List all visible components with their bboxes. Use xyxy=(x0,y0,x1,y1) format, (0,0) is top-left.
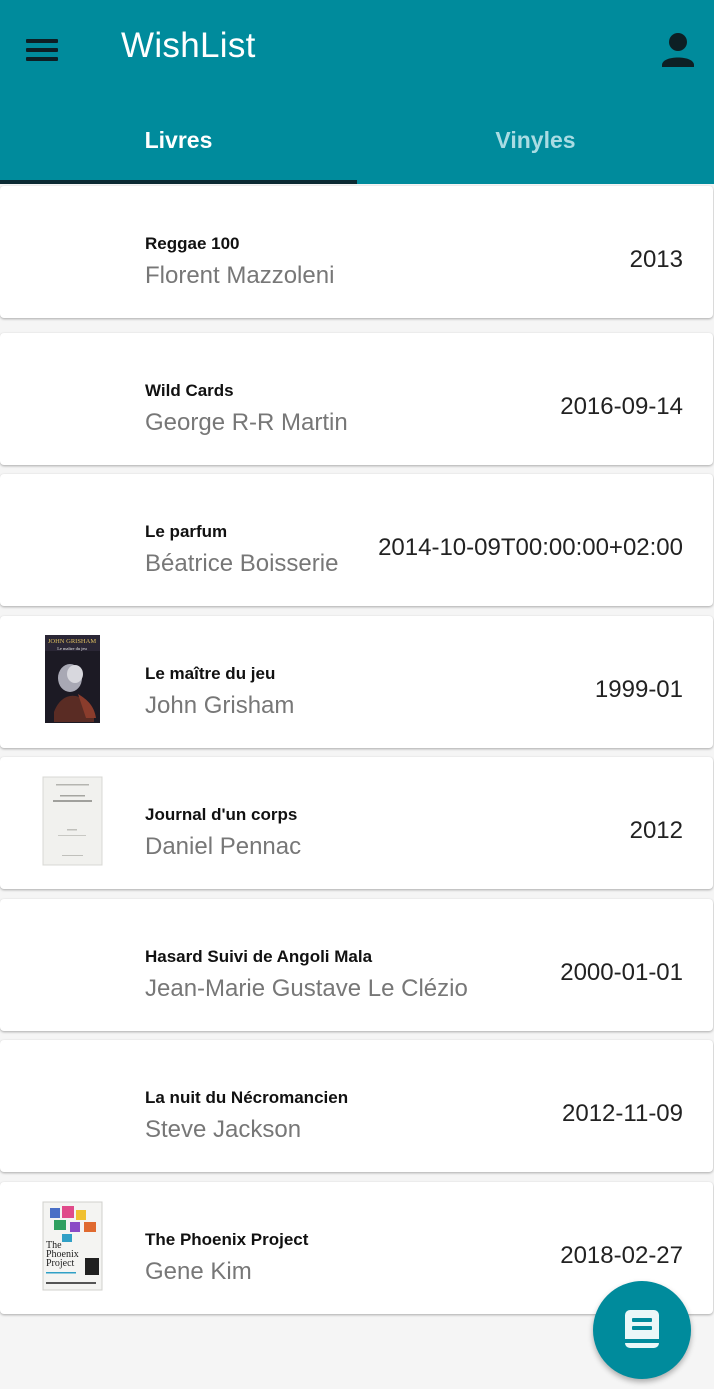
person-icon[interactable] xyxy=(656,28,700,72)
book-title: The Phoenix Project xyxy=(145,1230,309,1249)
cover-title-text: Project xyxy=(46,1258,75,1269)
book-author: Florent Mazzoleni xyxy=(145,262,335,289)
book-title: Journal d'un corps xyxy=(145,805,298,824)
book-title: Le parfum xyxy=(145,522,228,541)
book-author: Gene Kim xyxy=(145,1258,252,1285)
list-item[interactable]: Hasard Suivi de Angoli Mala Jean-Marie G… xyxy=(0,899,713,1031)
tab-indicator xyxy=(0,180,357,184)
app-bar: WishList Livres Vinyles xyxy=(0,0,714,184)
cover-title-text: Le maître du jeu xyxy=(57,646,87,651)
list-item[interactable]: Le parfum Béatrice Boisserie 2014-10-09T… xyxy=(0,474,713,606)
hamburger-menu-icon[interactable] xyxy=(22,30,62,70)
app-title: WishList xyxy=(121,26,256,65)
tab-vinyles[interactable]: Vinyles xyxy=(357,100,714,184)
book-cover-image xyxy=(40,775,105,867)
list-item[interactable]: Wild Cards George R-R Martin 2016-09-14 xyxy=(0,333,713,465)
book-author: Béatrice Boisserie xyxy=(145,550,339,577)
book-title: Hasard Suivi de Angoli Mala xyxy=(145,947,373,966)
book-author: George R-R Martin xyxy=(145,409,348,436)
book-author: Daniel Pennac xyxy=(145,833,302,860)
list-item[interactable]: JOHN GRISHAM Le maître du jeu Le maître … xyxy=(0,616,713,748)
book-date: 2014-10-09T00:00:00+02:00 xyxy=(378,534,683,561)
book-date: 2016-09-14 xyxy=(560,393,683,420)
book-author: John Grisham xyxy=(145,692,295,719)
book-date: 2000-01-01 xyxy=(560,959,683,986)
book-date: 2018-02-27 xyxy=(560,1242,683,1269)
list-item[interactable]: La nuit du Nécromancien Steve Jackson 20… xyxy=(0,1040,713,1172)
list-item[interactable]: Journal d'un corps Daniel Pennac 2012 xyxy=(0,757,713,889)
book-title: Reggae 100 xyxy=(145,234,240,253)
book-date: 2012-11-09 xyxy=(562,1100,683,1127)
tab-livres[interactable]: Livres xyxy=(0,100,357,184)
book-cover-image: JOHN GRISHAM Le maître du jeu xyxy=(40,634,105,726)
book-date: 2012 xyxy=(629,817,683,844)
book-title: La nuit du Nécromancien xyxy=(145,1088,349,1107)
book-date: 2013 xyxy=(629,246,683,273)
book-author: Jean-Marie Gustave Le Clézio xyxy=(145,975,468,1002)
book-title: Wild Cards xyxy=(145,381,234,400)
book-cover-image: The Phoenix Project xyxy=(40,1200,105,1292)
book-date: 1999-01 xyxy=(594,676,683,703)
list-item[interactable]: Reggae 100 Florent Mazzoleni 2013 xyxy=(0,186,713,318)
book-author: Steve Jackson xyxy=(145,1116,302,1143)
cover-author-text: JOHN GRISHAM xyxy=(48,638,96,645)
list-item[interactable]: The Phoenix Project The Phoenix Project … xyxy=(0,1182,713,1314)
add-book-button[interactable] xyxy=(593,1281,691,1379)
book-title: Le maître du jeu xyxy=(145,664,276,683)
tab-bar: Livres Vinyles xyxy=(0,100,714,184)
